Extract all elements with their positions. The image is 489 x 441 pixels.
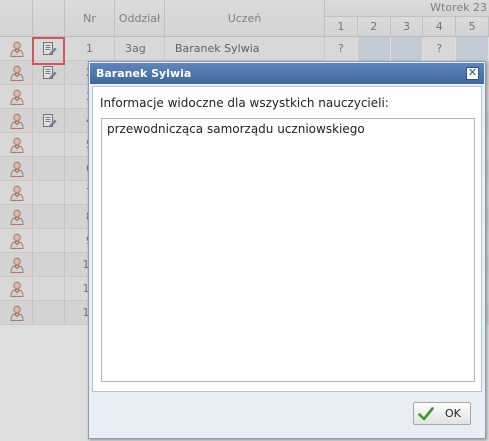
- dialog-title-bar: Baranek Sylwia ✕: [90, 63, 484, 84]
- ok-label: OK: [445, 407, 461, 420]
- check-icon: [418, 407, 434, 421]
- dialog-title: Baranek Sylwia: [96, 67, 192, 80]
- student-info-dialog: Baranek Sylwia ✕ Informacje widoczne dla…: [88, 61, 486, 439]
- ok-button[interactable]: OK: [413, 402, 471, 425]
- dialog-body: Informacje widoczne dla wszystkich naucz…: [92, 86, 482, 392]
- info-textarea[interactable]: przewodnicząca samorządu uczniowskiego: [101, 118, 475, 382]
- close-icon[interactable]: ✕: [466, 67, 479, 80]
- info-label: Informacje widoczne dla wszystkich naucz…: [100, 96, 389, 110]
